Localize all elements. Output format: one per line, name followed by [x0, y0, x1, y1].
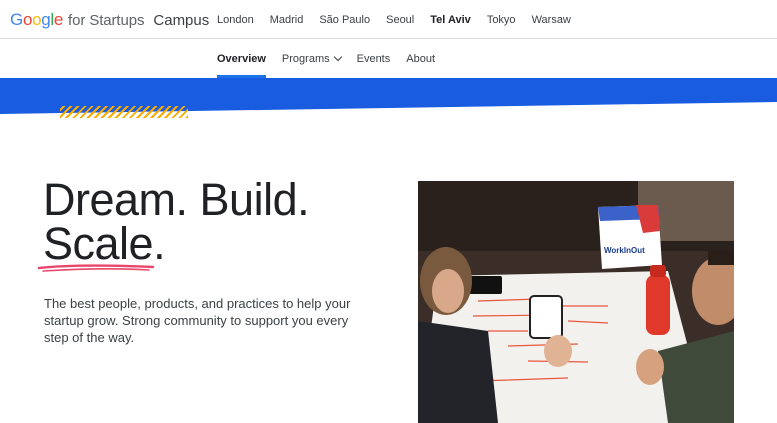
- city-nav: London Madrid São Paulo Seoul Tel Aviv T…: [217, 0, 587, 39]
- tab-programs[interactable]: Programs: [281, 39, 342, 78]
- campus-label: Campus: [153, 12, 210, 29]
- chevron-down-icon: [333, 52, 342, 61]
- pink-underline-scribble: [37, 264, 155, 272]
- city-link-london[interactable]: London: [217, 14, 254, 26]
- city-link-warsaw[interactable]: Warsaw: [532, 14, 571, 26]
- sub-nav: Overview Programs Events About: [0, 39, 777, 78]
- city-link-sao-paulo[interactable]: São Paulo: [319, 14, 370, 26]
- hero-photo-illustration: WorkInOut: [418, 181, 734, 423]
- hero-photo: WorkInOut: [418, 181, 734, 423]
- brand-logo[interactable]: Google for Startups Campus: [10, 10, 209, 30]
- tab-programs-label: Programs: [281, 52, 330, 65]
- google-wordmark: Google: [10, 10, 64, 29]
- tab-events-label: Events: [356, 52, 391, 65]
- hero-headline: Dream. Build. Scale.: [43, 177, 310, 266]
- tab-about-label: About: [406, 52, 435, 65]
- tab-about[interactable]: About: [406, 39, 435, 78]
- city-link-tel-aviv[interactable]: Tel Aviv: [430, 14, 471, 26]
- tab-overview-label: Overview: [217, 52, 266, 65]
- city-link-seoul[interactable]: Seoul: [386, 14, 414, 26]
- brand-suffix: for Startups: [68, 12, 145, 29]
- tab-overview[interactable]: Overview: [217, 39, 266, 78]
- decorative-hatch: [60, 106, 188, 118]
- city-link-madrid[interactable]: Madrid: [270, 14, 304, 26]
- hero-description: The best people, products, and practices…: [44, 296, 351, 345]
- sign-label: WorkInOut: [604, 246, 645, 255]
- top-header: Google for Startups Campus London Madrid…: [0, 0, 777, 39]
- tab-events[interactable]: Events: [357, 39, 391, 78]
- city-link-tokyo[interactable]: Tokyo: [487, 14, 516, 26]
